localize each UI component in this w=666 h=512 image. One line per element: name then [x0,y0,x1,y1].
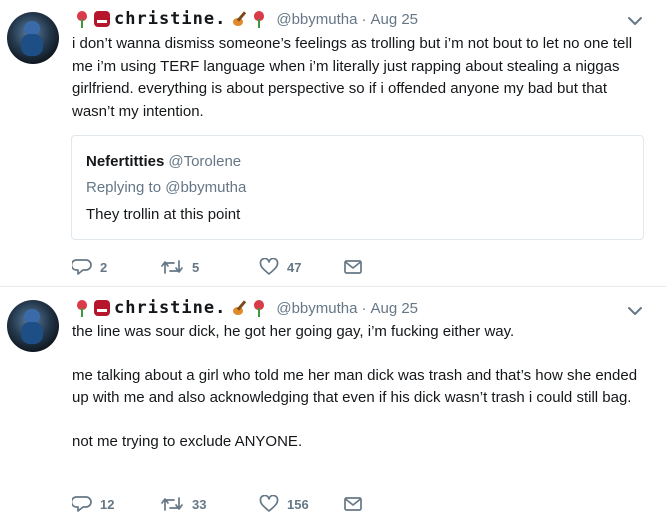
rose-icon [73,299,91,317]
handle[interactable]: @bbymutha [276,11,357,28]
tweet-text: the line was sour dick, he got her going… [72,321,652,453]
like-button[interactable]: 156 [259,495,343,512]
like-count: 156 [287,496,309,512]
like-count: 47 [287,259,302,275]
retweet-icon [161,260,183,274]
tweet-actions: 2 5 47 [72,257,363,277]
quoted-tweet[interactable]: Nefertitties @Torolene Replying to @bbymu… [71,135,644,240]
handle[interactable]: @bbymutha [276,300,357,317]
retweet-icon [161,497,183,511]
tweet[interactable]: christine. @bbymutha · Aug 25 i don’t wa… [0,0,666,287]
rose-icon [73,10,91,28]
reply-icon [72,496,92,512]
ogre-icon [93,299,111,317]
chevron-down-icon[interactable] [626,12,644,30]
envelope-icon [344,260,362,274]
reply-button[interactable]: 12 [72,495,160,512]
reply-button[interactable]: 2 [72,258,160,276]
retweet-button[interactable]: 5 [160,258,259,276]
tweet-paragraph: the line was sour dick, he got her going… [72,323,515,340]
direct-message-button[interactable] [343,258,363,276]
tweet-header: christine. @bbymutha · Aug 25 [73,8,418,30]
envelope-icon [344,497,362,511]
tweet-paragraph: me talking about a girl who told me her … [72,366,638,407]
separator: · [361,299,367,317]
retweet-count: 33 [192,496,207,512]
retweet-count: 5 [192,259,200,275]
quote-display-name: Nefertitties [86,153,165,170]
heart-icon [259,258,279,275]
tweet-actions: 12 33 156 [72,494,363,512]
avatar[interactable] [7,300,59,352]
tweet-text: i don’t wanna dismiss someone’s feelings… [72,33,652,123]
reply-count: 12 [100,496,115,512]
tweet[interactable]: christine. @bbymutha · Aug 25 the line w… [0,287,666,512]
quote-handle: @Torolene [168,153,242,170]
heart-icon [259,495,279,512]
rose-icon [250,10,268,28]
tweet-header: christine. @bbymutha · Aug 25 [73,297,418,319]
ogre-icon [93,10,111,28]
reply-icon [72,259,92,275]
retweet-button[interactable]: 33 [160,495,259,512]
rose-icon [250,299,268,317]
tweet-paragraph: i don’t wanna dismiss someone’s feelings… [72,35,633,120]
tweet-paragraph: not me trying to exclude ANYONE. [72,432,303,450]
display-name[interactable]: christine. [114,298,226,318]
direct-message-button[interactable] [343,495,363,512]
quote-author: Nefertitties @Torolene [86,153,241,170]
quote-text: They trollin at this point [86,206,241,223]
display-name[interactable]: christine. [114,9,226,29]
reply-count: 2 [100,259,108,275]
guitar-icon [230,10,248,28]
avatar[interactable] [7,12,59,64]
like-button[interactable]: 47 [259,258,343,276]
guitar-icon [230,299,248,317]
replying-to: Replying to @bbymutha [86,179,247,196]
separator: · [361,10,367,28]
chevron-down-icon[interactable] [626,302,644,320]
timestamp[interactable]: Aug 25 [370,11,418,28]
timestamp[interactable]: Aug 25 [370,300,418,317]
